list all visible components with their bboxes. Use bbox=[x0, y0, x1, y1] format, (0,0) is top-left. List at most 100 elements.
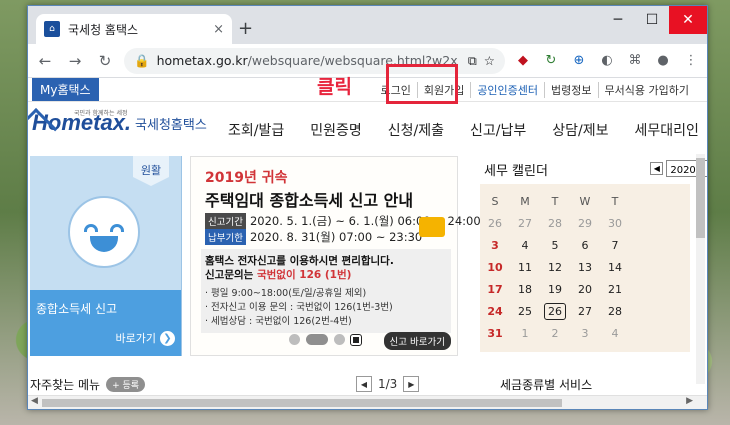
carousel-dot-active[interactable] bbox=[306, 334, 328, 345]
browser-window: ⌂ 국세청 홈택스 × + ─ ☐ ✕ ← → ↻ 🔒 hometax.go.k… bbox=[27, 5, 708, 410]
efile-inquiry-line: · 전자신고 이용 문의 : 국번없이 126(1번-3번) bbox=[205, 302, 393, 313]
gift-box-icon bbox=[419, 217, 445, 237]
calendar-day[interactable]: 18 bbox=[510, 278, 540, 300]
carousel-dot[interactable] bbox=[334, 334, 345, 345]
hometax-logo[interactable]: 국민과 함께하는 세정 Hometax. 국세청홈택스 bbox=[28, 108, 207, 140]
close-tab-icon[interactable]: × bbox=[213, 22, 224, 37]
calendar-day[interactable]: 3 bbox=[480, 234, 510, 256]
calendar-day[interactable]: 26 bbox=[480, 212, 510, 234]
calendar-day[interactable]: 4 bbox=[510, 234, 540, 256]
calendar-day[interactable]: 5 bbox=[540, 234, 570, 256]
pager-indicator: 1/3 bbox=[378, 377, 398, 391]
tab-strip: ⌂ 국세청 홈택스 × + ─ ☐ ✕ bbox=[28, 6, 707, 44]
horizontal-scroll-thumb[interactable] bbox=[42, 399, 562, 407]
window-controls: ─ ☐ ✕ bbox=[601, 6, 707, 34]
nav-consult-report[interactable]: 상담/제보 bbox=[552, 120, 608, 140]
calendar-day[interactable]: 25 bbox=[510, 300, 540, 322]
hometax-favicon-icon: ⌂ bbox=[44, 21, 60, 37]
minimize-button[interactable]: ─ bbox=[601, 6, 635, 34]
calendar-day-hidden bbox=[660, 212, 690, 234]
calendar-day[interactable]: 26 bbox=[540, 300, 570, 322]
law-info-link[interactable]: 법령정보 bbox=[544, 82, 597, 98]
calendar-day-hidden bbox=[660, 256, 690, 278]
card-shortcut-link[interactable]: 바로가기 ❯ bbox=[116, 330, 175, 346]
profile-avatar-icon[interactable]: ● bbox=[653, 53, 673, 68]
bookmark-star-icon[interactable]: ☆ bbox=[484, 53, 495, 68]
pay-deadline-row: 납부기한 2020. 8. 31(월) 07:00 ~ 23:30 bbox=[205, 229, 422, 245]
smiley-face-icon bbox=[68, 196, 140, 268]
calendar-day[interactable]: 10 bbox=[480, 256, 510, 278]
calendar-weekday: S bbox=[491, 194, 499, 208]
calendar-day[interactable]: 30 bbox=[600, 212, 630, 234]
calendar-day[interactable]: 20 bbox=[570, 278, 600, 300]
calendar-day[interactable]: 17 bbox=[480, 278, 510, 300]
calendar-day[interactable]: 31 bbox=[480, 322, 510, 344]
calendar-day-hidden bbox=[630, 278, 660, 300]
carousel-stop-icon[interactable] bbox=[350, 333, 362, 346]
maximize-button[interactable]: ☐ bbox=[635, 6, 669, 34]
pager-prev-button[interactable]: ◀ bbox=[356, 376, 372, 392]
calendar-day[interactable]: 12 bbox=[540, 256, 570, 278]
calendar-day[interactable]: 28 bbox=[540, 212, 570, 234]
hours-line: · 평일 9:00~18:00(토/일/공휴일 제외) bbox=[205, 288, 367, 299]
extension-refresh-icon[interactable]: ↻ bbox=[541, 53, 561, 68]
vertical-scroll-thumb[interactable] bbox=[696, 158, 705, 238]
menu-kebab-icon[interactable]: ⋮ bbox=[681, 53, 701, 68]
nav-tax-agent[interactable]: 세무대리인 bbox=[635, 120, 699, 140]
pager-next-button[interactable]: ▶ bbox=[403, 376, 420, 392]
calendar-day[interactable]: 7 bbox=[600, 234, 630, 256]
calendar-day[interactable]: 11 bbox=[510, 256, 540, 278]
ublock-extension-icon[interactable]: ◆ bbox=[513, 53, 533, 68]
share-extension-icon[interactable]: ⊕ bbox=[569, 53, 589, 68]
register-menu-button[interactable]: + 등록 bbox=[106, 377, 146, 392]
nav-civil-certificate[interactable]: 민원증명 bbox=[310, 120, 362, 140]
scroll-left-icon[interactable]: ◀ bbox=[31, 396, 38, 406]
nav-report-pay[interactable]: 신고/납부 bbox=[470, 120, 526, 140]
carousel-dot[interactable] bbox=[289, 334, 300, 345]
calendar-day[interactable]: 2 bbox=[540, 322, 570, 344]
chevron-right-icon: ❯ bbox=[160, 330, 175, 346]
pay-deadline-tag: 납부기한 bbox=[205, 229, 246, 245]
bottom-row: 자주찾는 메뉴 + 등록 ◀ 1/3 ▶ 세금종류별 서비스 bbox=[28, 372, 707, 396]
my-hometax-button[interactable]: My홈택스 bbox=[32, 78, 99, 101]
certificate-center-link[interactable]: 공인인증센터 bbox=[470, 82, 544, 98]
lock-icon[interactable]: 🔒 bbox=[134, 53, 150, 69]
extension-shield-icon[interactable]: ◐ bbox=[597, 53, 617, 68]
calendar-day[interactable]: 29 bbox=[570, 212, 600, 234]
calendar-prev-button[interactable]: ◀ bbox=[650, 162, 664, 175]
notice-banner[interactable]: 2019년 귀속 주택임대 종합소득세 신고 안내 신고기간 2020. 5. … bbox=[190, 156, 481, 356]
income-tax-card[interactable]: 원활 종합소득세 신고 바로가기 ❯ bbox=[30, 156, 182, 356]
calendar-day[interactable]: 4 bbox=[600, 322, 630, 344]
tax-calendar: 세무 캘린더 ◀ 2020년 S M T W T 26 27 28 29 30 3 4 5 6 7 10 11 1… bbox=[474, 156, 707, 356]
calendar-day[interactable]: 27 bbox=[510, 212, 540, 234]
calendar-day[interactable]: 24 bbox=[480, 300, 510, 322]
horizontal-scrollbar[interactable]: ◀ ▶ bbox=[28, 395, 707, 409]
calendar-day[interactable]: 13 bbox=[570, 256, 600, 278]
close-window-button[interactable]: ✕ bbox=[669, 6, 707, 34]
calendar-day[interactable]: 28 bbox=[600, 300, 630, 322]
back-icon[interactable]: ← bbox=[34, 52, 56, 70]
extension-code-icon[interactable]: ⌘ bbox=[625, 53, 645, 68]
reload-icon[interactable]: ↻ bbox=[94, 52, 116, 70]
translate-icon[interactable]: ⧉ bbox=[468, 53, 477, 69]
report-period-text: 2020. 5. 1.(금) ~ 6. 1.(월) 06:00 ~ 24:00 bbox=[249, 214, 481, 228]
calendar-day[interactable]: 27 bbox=[570, 300, 600, 322]
nav-apply-submit[interactable]: 신청/제출 bbox=[388, 120, 444, 140]
calendar-title: 세무 캘린더 bbox=[484, 164, 548, 179]
new-tab-button[interactable]: + bbox=[238, 18, 253, 39]
quick-report-button[interactable]: 신고 바로가기 bbox=[383, 332, 451, 350]
forward-icon[interactable]: → bbox=[64, 52, 86, 70]
calendar-day[interactable]: 21 bbox=[600, 278, 630, 300]
calendar-day[interactable]: 3 bbox=[570, 322, 600, 344]
tab-hometax[interactable]: ⌂ 국세청 홈택스 × bbox=[36, 14, 232, 44]
calendar-day[interactable]: 14 bbox=[600, 256, 630, 278]
calendar-grid: S M T W T 26 27 28 29 30 3 4 5 6 7 10 11 12 13 14 17 18 19 20 21… bbox=[480, 184, 690, 352]
calendar-day[interactable]: 19 bbox=[540, 278, 570, 300]
tax-consult-line: · 세법상담 : 국번없이 126(2번-4번) bbox=[205, 316, 352, 327]
calendar-day[interactable]: 6 bbox=[570, 234, 600, 256]
scroll-right-icon[interactable]: ▶ bbox=[686, 396, 693, 406]
calendar-day[interactable]: 1 bbox=[510, 322, 540, 344]
free-signup-link[interactable]: 무서식용 가입하기 bbox=[597, 82, 695, 98]
nav-inquiry-issue[interactable]: 조회/발급 bbox=[228, 120, 284, 140]
frequent-menu-pager: ◀ 1/3 ▶ bbox=[356, 376, 420, 392]
